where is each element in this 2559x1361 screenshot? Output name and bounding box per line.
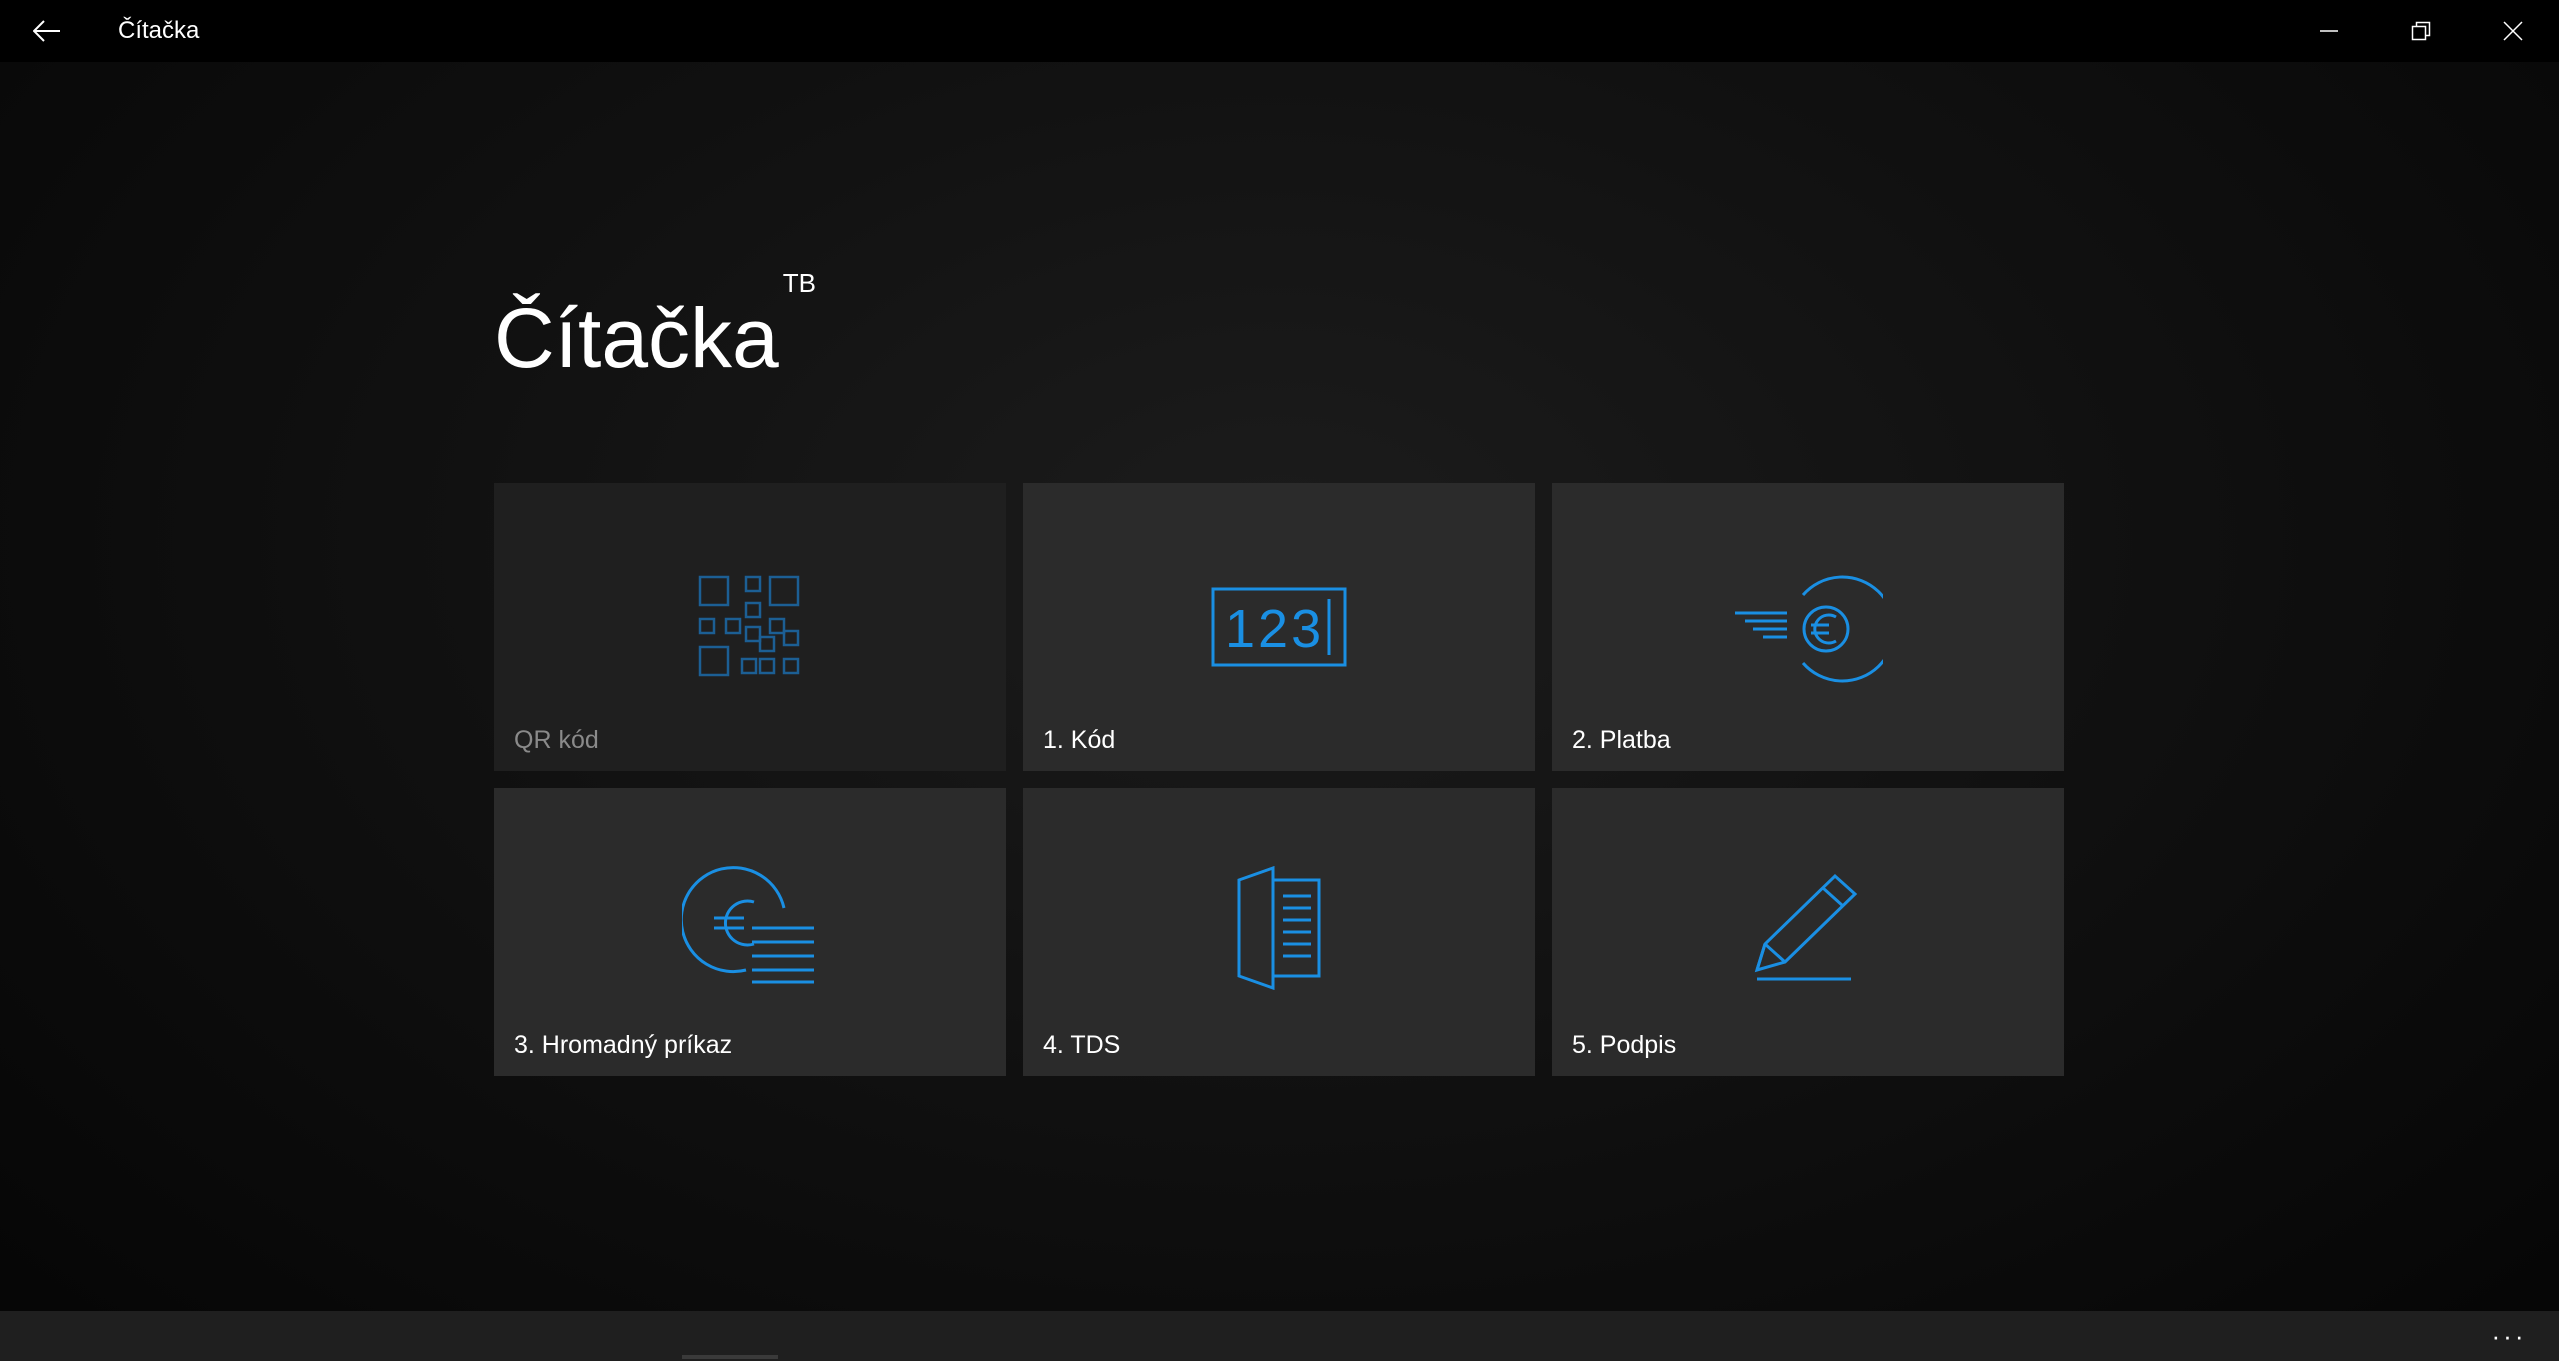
tile-label: 4. TDS xyxy=(1043,1031,1121,1059)
qr-code-icon xyxy=(698,575,800,677)
tile-payment[interactable]: 2. Platba xyxy=(1552,483,2064,771)
numeric-code-icon: 123 xyxy=(1211,587,1347,667)
restore-button[interactable] xyxy=(2375,0,2467,62)
tile-label: 3. Hromadný príkaz xyxy=(514,1031,733,1059)
bottom-app-bar: ··· xyxy=(0,1311,2559,1361)
page-title-text: Čítačka xyxy=(494,291,779,385)
close-button[interactable] xyxy=(2467,0,2559,62)
tile-label: 5. Podpis xyxy=(1572,1031,1677,1059)
euro-payment-icon xyxy=(1735,575,1883,683)
window-title: Čítačka xyxy=(118,17,200,44)
page-title-superscript: TB xyxy=(782,268,817,298)
more-options-button[interactable]: ··· xyxy=(2479,1311,2539,1361)
back-arrow-icon xyxy=(33,20,60,42)
bulk-euro-order-icon xyxy=(682,866,814,984)
tile-bulk-order[interactable]: 3. Hromadný príkaz xyxy=(494,788,1006,1076)
tile-code[interactable]: 123 1. Kód xyxy=(1023,483,1535,771)
minimize-button[interactable] xyxy=(2283,0,2375,62)
pen-signature-icon xyxy=(1754,873,1858,981)
tile-label: QR kód xyxy=(514,726,599,754)
back-button[interactable] xyxy=(0,0,94,62)
app-window: Čítačka ČítačkaTB QR kód 123 1. Kód 2. P… xyxy=(0,0,2559,1361)
close-icon xyxy=(2503,21,2523,41)
title-bar: Čítačka xyxy=(0,0,2559,62)
tile-signature[interactable]: 5. Podpis xyxy=(1552,788,2064,1076)
scroll-indicator xyxy=(682,1355,778,1359)
numeric-code-text: 123 xyxy=(1225,599,1324,659)
page-title: ČítačkaTB xyxy=(494,268,816,387)
tds-document-icon xyxy=(1237,866,1321,990)
tile-label: 1. Kód xyxy=(1043,726,1116,754)
tile-label: 2. Platba xyxy=(1572,726,1671,754)
minimize-icon xyxy=(2320,30,2338,32)
tile-qr-code[interactable]: QR kód xyxy=(494,483,1006,771)
tile-grid: QR kód 123 1. Kód 2. Platba 3. Hromadný … xyxy=(494,483,2064,1077)
restore-icon xyxy=(2411,21,2431,41)
tile-tds[interactable]: 4. TDS xyxy=(1023,788,1535,1076)
